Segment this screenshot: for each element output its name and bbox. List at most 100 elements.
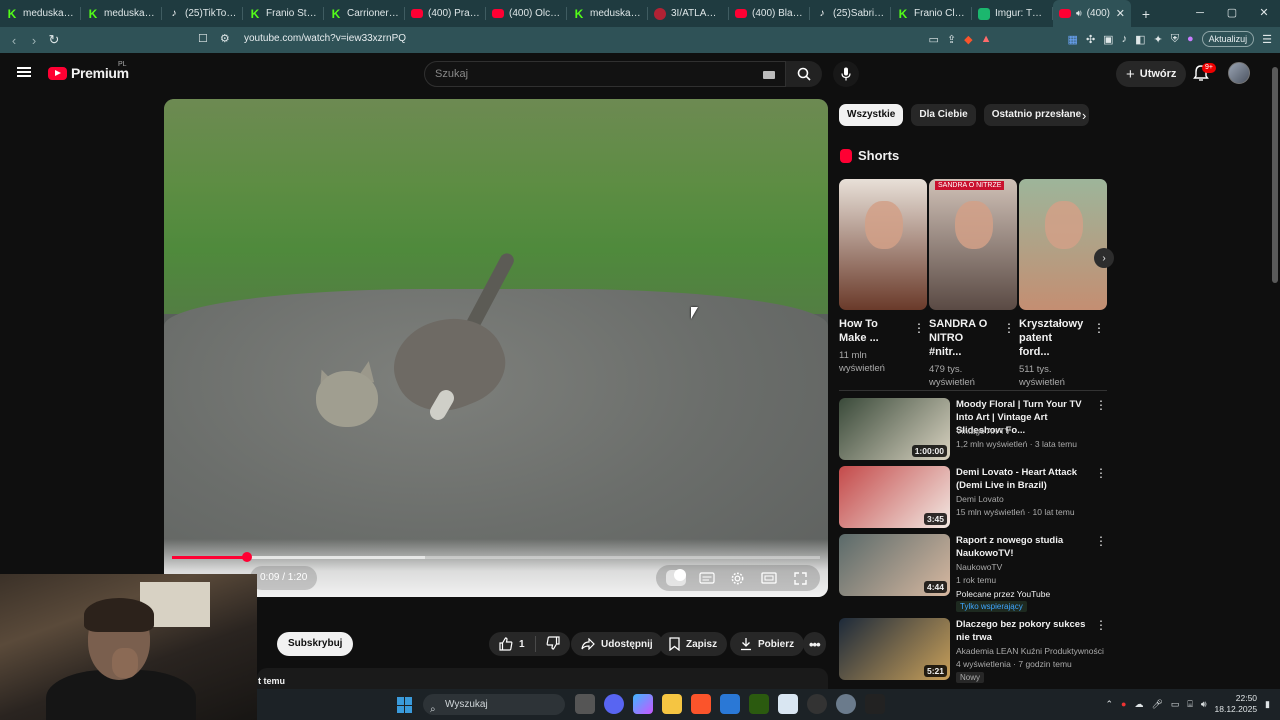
close-tab-icon[interactable]: ✕ [1116, 7, 1125, 20]
create-button[interactable]: + Utwórz [1116, 61, 1187, 87]
recommended-video[interactable]: 3:45 Demi Lovato - Heart Attack (Demi Liv… [839, 466, 1107, 528]
task-view-icon[interactable] [575, 694, 595, 714]
subtitles-button[interactable] [697, 570, 717, 586]
browser-tab[interactable]: 3I/ATLAS: Siły [648, 0, 729, 27]
close-window-icon[interactable]: ✕ [1248, 0, 1280, 27]
video-title[interactable]: Demi Lovato - Heart Attack (Demi Live in… [956, 466, 1096, 492]
youtube-logo[interactable]: Premium PL [48, 61, 129, 81]
more-vertical-icon[interactable]: ⋮ [1095, 534, 1107, 548]
vpn-icon[interactable]: ⛨ [1171, 33, 1179, 46]
maximize-icon[interactable]: ▢ [1216, 0, 1248, 27]
obs-icon[interactable] [807, 694, 827, 714]
short-thumbnail[interactable]: SANDRA O NITRZE [929, 179, 1017, 310]
tray-microphone-icon[interactable]: 🎤︎ [1151, 699, 1162, 710]
more-vertical-icon[interactable]: ⋮ [913, 321, 925, 335]
site-settings-icon[interactable]: ⚙ [220, 32, 230, 45]
minimize-icon[interactable]: ─ [1184, 0, 1216, 27]
voice-search-button[interactable] [833, 61, 859, 87]
tray-volume-icon[interactable]: 🔊︎ [1201, 699, 1207, 710]
video-thumbnail[interactable]: 4:44 [839, 534, 950, 596]
short-thumbnail[interactable] [1019, 179, 1107, 310]
short-thumbnail[interactable] [839, 179, 927, 310]
filter-chip[interactable]: Dla Ciebie [911, 104, 976, 126]
extension-icon[interactable]: ▦ [1068, 33, 1078, 46]
reload-icon[interactable]: ↻ [44, 32, 64, 48]
autoplay-toggle[interactable] [665, 569, 686, 586]
channel-name[interactable]: Demi Lovato [956, 494, 1004, 504]
short-card[interactable]: Kryształowy patent ford... 511 tys. wyświ… [1019, 179, 1107, 389]
copilot-icon[interactable] [633, 694, 653, 714]
video-thumbnail[interactable]: 1:00:00 [839, 398, 950, 460]
video-thumbnail[interactable]: 3:45 [839, 466, 950, 528]
taskbar-clock[interactable]: 22:50 18.12.2025 [1215, 693, 1258, 715]
like-button[interactable]: 1 [499, 637, 525, 651]
settings-app-icon[interactable] [836, 694, 856, 714]
short-title[interactable]: Kryształowy patent ford... [1019, 317, 1085, 359]
chips-next-arrow-icon[interactable]: › [1082, 108, 1086, 123]
browser-tab[interactable]: K Franio Clips - [891, 0, 972, 27]
discord-icon[interactable] [604, 694, 624, 714]
more-actions-button[interactable]: ••• [803, 632, 826, 656]
browser-tab[interactable]: K Carrioner - W [324, 0, 405, 27]
microsoft-store-icon[interactable] [720, 694, 740, 714]
more-vertical-icon[interactable]: ⋮ [1095, 618, 1107, 632]
browser-tab[interactable]: K Franio Stream [243, 0, 324, 27]
file-explorer-icon[interactable] [662, 694, 682, 714]
shorts-next-button[interactable]: › [1094, 248, 1114, 268]
address-bar-url[interactable]: youtube.com/watch?v=iew33xzrnPQ [244, 33, 406, 44]
notification-center-icon[interactable]: ▮ [1265, 699, 1270, 710]
video-title[interactable]: Dlaczego bez pokory sukces nie trwa [956, 618, 1096, 644]
channel-name[interactable]: NaukowoTV [956, 562, 1002, 572]
puzzle-icon[interactable]: ✣ [1086, 33, 1095, 46]
scrubber-knob[interactable] [241, 552, 252, 562]
subscribe-button[interactable]: Subskrybuj [277, 632, 354, 656]
tray-cloud-icon[interactable]: ☁ [1134, 699, 1143, 710]
window-icon[interactable]: ▣ [1103, 33, 1113, 46]
browser-tab[interactable]: (400) Black H [729, 0, 810, 27]
search-input[interactable] [435, 68, 735, 80]
short-card[interactable]: How To Make ... 11 mln wyświetleń ⋮ [839, 179, 927, 375]
more-vertical-icon[interactable]: ⋮ [1095, 466, 1107, 480]
recommended-video[interactable]: 1:00:00 Moody Floral | Turn Your TV Into … [839, 398, 1107, 460]
filter-chip[interactable]: Ostatnio przesłane [983, 104, 1090, 126]
page-scrollbar[interactable] [1270, 53, 1280, 689]
short-title[interactable]: SANDRA O NITRO #nitr... [929, 317, 995, 359]
theater-mode-button[interactable] [759, 570, 779, 586]
wallet-icon[interactable]: ● [1187, 33, 1194, 45]
more-vertical-icon[interactable]: ⋮ [1095, 398, 1107, 412]
channel-name[interactable]: Akademia LEAN Kuźni Produktywności [956, 646, 1104, 656]
new-tab-icon[interactable]: + [1135, 6, 1157, 22]
filter-chip[interactable]: Wszystkie [839, 104, 904, 126]
bookmark-icon[interactable]: ☐ [198, 32, 208, 45]
short-card[interactable]: SANDRA O NITRZE SANDRA O NITRO #nitr... 47… [929, 179, 1017, 389]
share-button[interactable]: Udostępnij [571, 632, 663, 656]
short-title[interactable]: How To Make ... [839, 317, 905, 345]
save-button[interactable]: Zapisz [659, 632, 728, 656]
share-icon[interactable]: ⇪ [947, 33, 956, 46]
windows-start-icon[interactable] [397, 697, 413, 713]
video-progress-bar[interactable] [172, 552, 820, 562]
rewards-icon[interactable]: ▲ [981, 33, 992, 45]
search-button[interactable] [786, 61, 822, 87]
browser-tab-active[interactable]: 🔊︎ (400) ✕ [1053, 0, 1131, 27]
video-title[interactable]: Raport z nowego studia NaukowoTV! [956, 534, 1096, 560]
channel-name[interactable]: Vintage Art TV [956, 426, 1011, 436]
recommended-video[interactable]: 4:44 Raport z nowego studia NaukowoTV! Nau… [839, 534, 1107, 612]
cast-icon[interactable]: ▭ [929, 33, 939, 46]
sidebar-icon[interactable]: ◧ [1135, 33, 1145, 46]
tray-app-icon[interactable]: ● [1121, 699, 1126, 709]
scrollbar-thumb[interactable] [1272, 67, 1278, 283]
more-vertical-icon[interactable]: ⋮ [1093, 321, 1105, 335]
tray-display-icon[interactable]: ▭ [1171, 699, 1180, 710]
browser-tab[interactable]: ♪ (25)TikTok - [162, 0, 243, 27]
browser-tab[interactable]: Kmeduska Stre [567, 0, 648, 27]
more-vertical-icon[interactable]: ⋮ [1003, 321, 1015, 335]
browser-tab[interactable]: ♪ (25)Sabrina C [810, 0, 891, 27]
taskbar-search[interactable]: ⌕ Wyszukaj [423, 694, 565, 715]
settings-button[interactable] [728, 570, 748, 586]
fullscreen-button[interactable] [790, 570, 810, 586]
menu-icon[interactable]: ☰ [1262, 33, 1272, 46]
browser-tab[interactable]: Kmeduska - W [81, 0, 162, 27]
browser-tab[interactable]: (400) Olciacz [486, 0, 567, 27]
capcut-icon[interactable] [865, 694, 885, 714]
